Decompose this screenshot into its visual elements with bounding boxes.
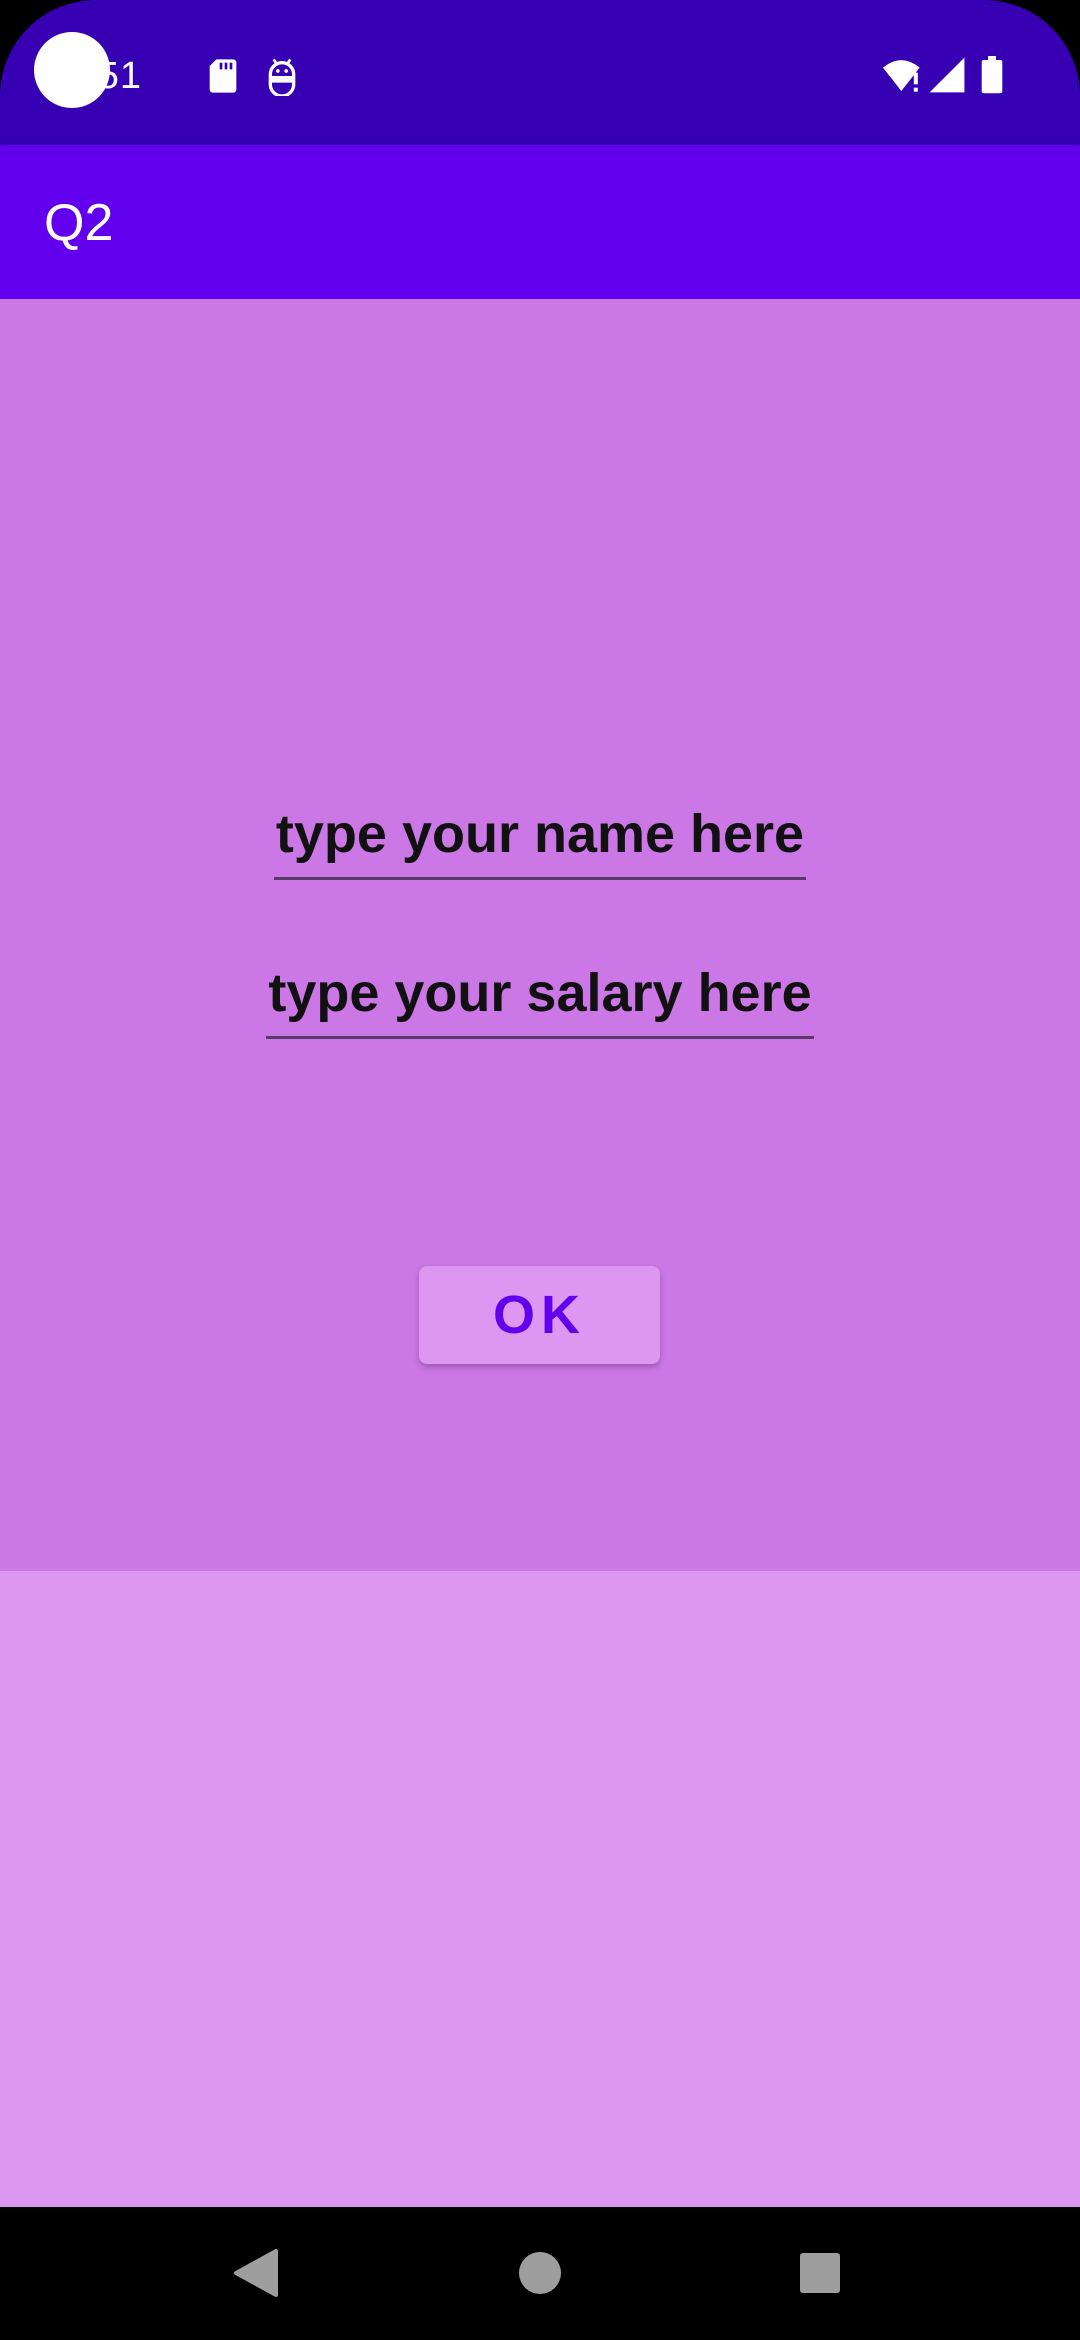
home-icon[interactable]	[480, 2207, 600, 2340]
navigation-bar	[0, 2207, 1080, 2340]
app-bar: Q2	[0, 145, 1080, 299]
name-input[interactable]: type your name here	[273, 799, 807, 880]
salary-input[interactable]: type your salary here	[266, 958, 814, 1039]
battery-icon	[981, 56, 1003, 94]
status-bar: 2:51	[0, 0, 1080, 145]
salary-field-wrapper: type your salary here	[0, 958, 1080, 1039]
ok-button[interactable]: OK	[419, 1266, 660, 1364]
cell-signal-icon	[929, 57, 965, 93]
phone-screen: 2:51 Q2	[0, 0, 1080, 2340]
form-panel: type your name here type your salary her…	[0, 299, 1080, 1571]
sd-card-icon	[209, 59, 237, 93]
wifi-alert-icon	[883, 60, 920, 92]
front-camera	[34, 32, 110, 108]
app-title: Q2	[44, 194, 114, 252]
android-debug-icon	[268, 58, 296, 96]
back-icon[interactable]	[196, 2207, 316, 2340]
recents-icon[interactable]	[760, 2207, 880, 2340]
name-field-wrapper: type your name here	[0, 799, 1080, 880]
lower-panel	[0, 1571, 1080, 2207]
